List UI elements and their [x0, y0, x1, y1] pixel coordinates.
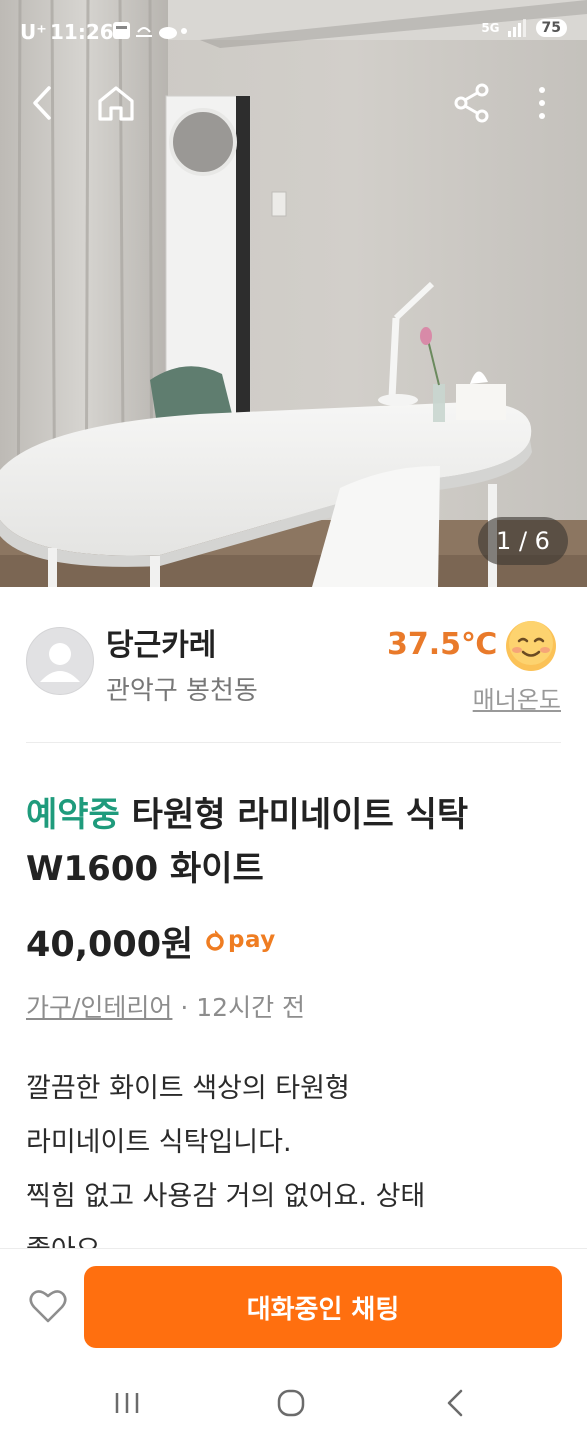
status-time: 11:26 — [50, 20, 114, 44]
reservation-status: 예약중 — [26, 795, 120, 835]
status-right: 5G 75 — [481, 19, 567, 37]
listing-title: 예약중 타원형 라미네이트 식탁 W1600 화이트 — [26, 788, 566, 896]
home-circle-icon — [277, 1389, 305, 1417]
status-bar: U⁺ 11:26 5G 75 — [0, 0, 587, 64]
back-chevron-icon — [447, 1389, 463, 1417]
system-back-button[interactable] — [435, 1385, 475, 1421]
share-button[interactable] — [449, 80, 495, 126]
share-icon — [454, 83, 489, 123]
description-line: 깔끔한 화이트 색상의 타원형 — [26, 1073, 350, 1104]
system-home-button[interactable] — [271, 1385, 311, 1421]
notification-icons — [112, 20, 188, 47]
product-photo-scene — [0, 0, 587, 587]
chat-button[interactable]: 대화중인 채팅 — [84, 1266, 562, 1348]
seller-location: 관악구 봉천동 — [106, 676, 258, 706]
karrot-pay-badge: pay — [205, 927, 276, 953]
more-button[interactable] — [519, 80, 565, 126]
back-icon — [33, 86, 51, 120]
smiley-face-icon — [504, 619, 558, 673]
home-icon — [98, 86, 134, 121]
category-link[interactable]: 가구/인테리어 — [26, 993, 172, 1022]
back-button[interactable] — [20, 80, 66, 126]
avatar[interactable] — [26, 627, 94, 695]
description-line: 라미네이트 식탁입니다. — [26, 1127, 292, 1158]
product-photo[interactable]: U⁺ 11:26 5G 75 1 / 6 — [0, 0, 587, 587]
notification-icon-group — [113, 22, 187, 39]
recents-button[interactable] — [107, 1385, 147, 1421]
default-avatar-icon — [40, 643, 80, 682]
section-divider — [26, 742, 561, 743]
heart-icon — [29, 1290, 67, 1323]
manner-temperature-link[interactable]: 매너온도 — [473, 680, 561, 715]
listing-description: 깔끔한 화이트 색상의 타원형 라미네이트 식탁입니다. 찍힘 없고 사용감 거… — [26, 1062, 566, 1248]
signal-icon — [507, 19, 526, 37]
battery-icon: 75 — [535, 19, 567, 37]
home-button[interactable] — [93, 80, 139, 126]
system-navigation-bar — [0, 1365, 587, 1440]
network-label: 5G — [481, 20, 500, 35]
listing-price: 40,000원 — [26, 925, 194, 965]
pay-label: pay — [228, 927, 276, 953]
seller-profile[interactable]: 당근카레 관악구 봉천동 37.5℃ 매너온도 — [0, 587, 587, 743]
bottom-action-bar: 대화중인 채팅 — [0, 1248, 587, 1366]
more-vertical-icon — [539, 87, 545, 119]
listing-time: · 12시간 전 — [172, 993, 306, 1022]
recents-icon — [115, 1393, 139, 1413]
description-line: 찍힘 없고 사용감 거의 없어요. 상태 — [26, 1181, 426, 1212]
karrot-pay-icon — [206, 930, 224, 951]
like-button[interactable] — [28, 1287, 68, 1325]
listing-meta: 가구/인테리어 · 12시간 전 — [26, 988, 305, 1024]
seller-name[interactable]: 당근카레 — [106, 620, 216, 664]
manner-temperature: 37.5℃ — [387, 627, 498, 662]
carrier-label: U⁺ — [20, 20, 47, 44]
description-line: 좋아요. — [26, 1224, 566, 1248]
image-counter: 1 / 6 — [478, 517, 568, 565]
